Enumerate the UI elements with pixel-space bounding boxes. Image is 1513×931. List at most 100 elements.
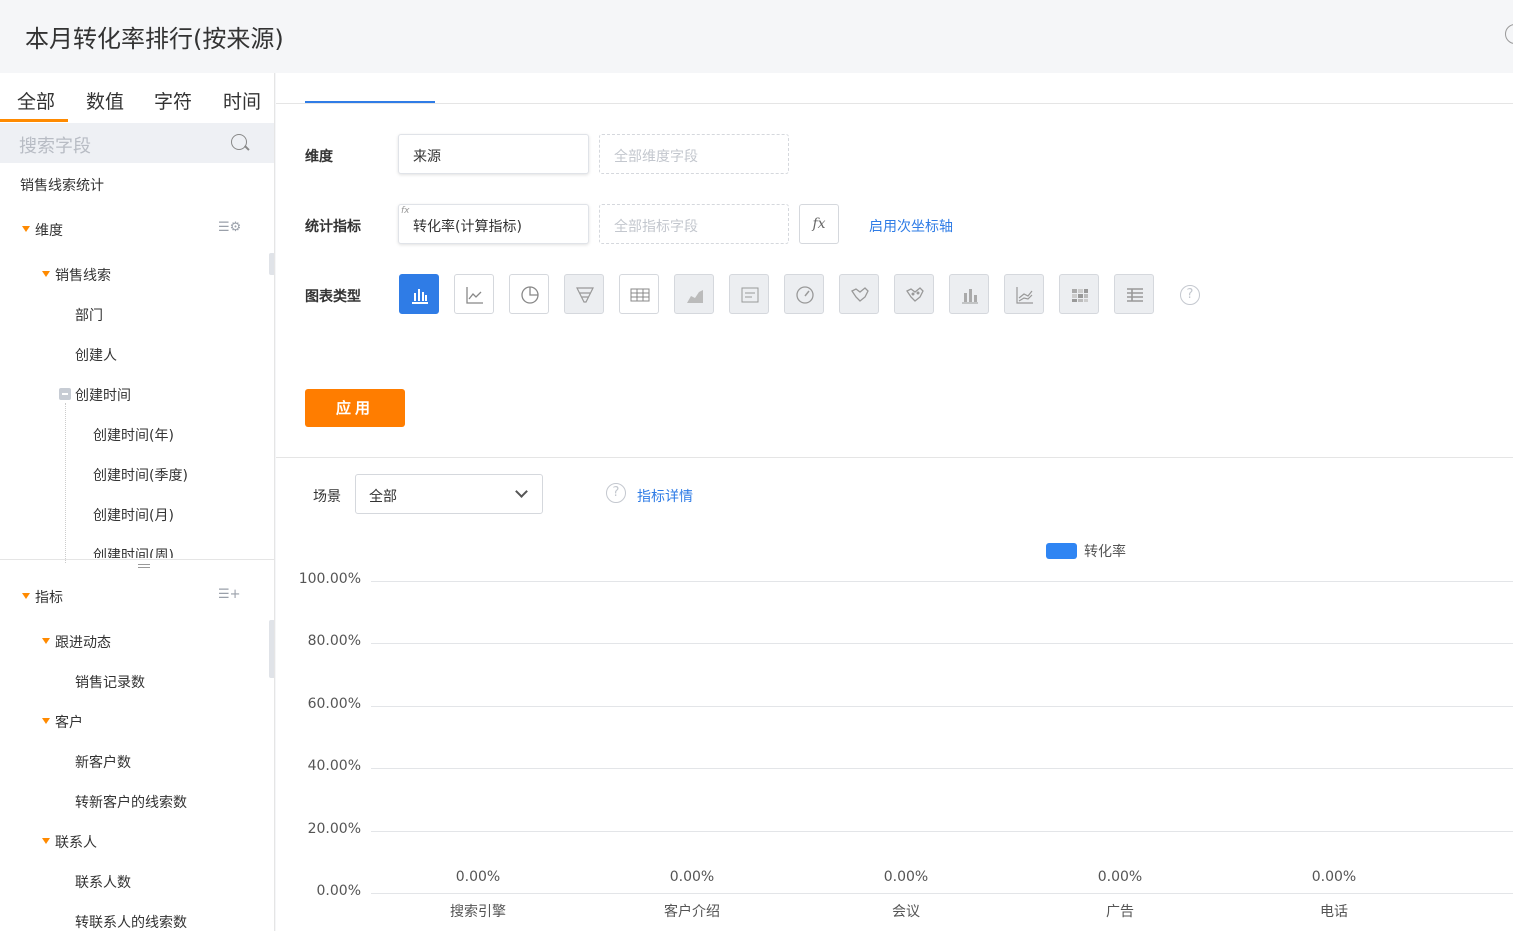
tab-bar-line	[276, 103, 1513, 104]
sort-settings-icon[interactable]: ☰⚙	[218, 220, 241, 235]
active-tab-indicator	[305, 101, 435, 103]
field-item[interactable]: 转新客户的线索数	[75, 792, 187, 812]
field-item[interactable]: 创建时间(年)	[93, 425, 174, 445]
caret-down-icon[interactable]	[22, 593, 30, 599]
grid-line	[371, 768, 1513, 770]
field-item[interactable]: 创建时间(季度)	[93, 465, 188, 485]
metric-section-label[interactable]: 指标	[35, 587, 63, 607]
data-label: 0.00%	[1097, 869, 1143, 885]
map-icon	[851, 287, 869, 302]
metric-drop-zone[interactable]: 全部指标字段	[599, 204, 789, 244]
multi-line-icon	[1016, 287, 1033, 304]
chart-type-funnel[interactable]	[564, 274, 604, 314]
chart-type-stacked-bar[interactable]	[949, 274, 989, 314]
chart-type-line[interactable]	[454, 274, 494, 314]
search-input[interactable]: 搜索字段	[19, 132, 91, 158]
dimension-drop-zone[interactable]: 全部维度字段	[599, 134, 789, 174]
chart-type-bar[interactable]	[399, 274, 439, 314]
tab-string[interactable]: 字符	[154, 87, 192, 114]
data-label: 0.00%	[883, 869, 929, 885]
metric-group-label[interactable]: 客户	[55, 712, 83, 732]
scene-select[interactable]: 全部	[355, 474, 543, 514]
chart-type-table[interactable]	[619, 274, 659, 314]
chart-type-text[interactable]	[729, 274, 769, 314]
tab-time[interactable]: 时间	[223, 87, 261, 114]
secondary-axis-link[interactable]: 启用次坐标轴	[869, 216, 953, 236]
stacked-bar-icon	[962, 289, 978, 304]
chart-type-label: 图表类型	[305, 289, 361, 305]
scrollbar-thumb[interactable]	[269, 253, 274, 275]
x-tick-label: 搜索引擎	[450, 904, 506, 920]
metric-group-label[interactable]: 联系人	[55, 832, 97, 852]
chart-type-pivot[interactable]	[1114, 274, 1154, 314]
panel-divider	[0, 559, 274, 560]
chart-type-map[interactable]	[839, 274, 879, 314]
y-tick-label: 60.00%	[307, 695, 361, 712]
grid-line	[371, 893, 1513, 894]
grid-line	[371, 581, 1513, 582]
search-icon[interactable]	[231, 134, 247, 150]
caret-down-icon[interactable]	[42, 271, 50, 277]
chart-type-area[interactable]	[674, 274, 714, 314]
tab-numeric[interactable]: 数值	[86, 87, 124, 114]
area-chart-icon	[687, 290, 703, 303]
data-label: 0.00%	[669, 869, 715, 885]
field-item[interactable]: 销售记录数	[75, 672, 145, 692]
window-title: 本月转化率排行(按来源)	[25, 25, 284, 53]
data-label: 0.00%	[455, 869, 501, 885]
scene-label: 场景	[313, 489, 341, 505]
resize-handle-icon[interactable]	[138, 564, 150, 568]
grid-line	[371, 705, 1513, 707]
close-icon[interactable]	[1505, 24, 1513, 44]
chart-type-scatter-map[interactable]	[894, 274, 934, 314]
dimension-group-label[interactable]: 销售线索	[55, 265, 111, 285]
x-tick-label: 会议	[892, 904, 920, 920]
bar-chart: 转化率 0.00% 20.00% 40.00% 60.00% 80.00% 100.00%…	[276, 533, 1513, 931]
tree-guide-line	[65, 403, 66, 563]
fx-button[interactable]: fx	[799, 204, 839, 244]
legend-swatch[interactable]	[1046, 543, 1077, 559]
field-item[interactable]: 创建时间(周)	[93, 545, 174, 558]
metric-group-label[interactable]: 跟进动态	[55, 632, 111, 652]
collapse-icon[interactable]	[59, 388, 71, 400]
text-card-icon	[741, 287, 759, 303]
caret-down-icon[interactable]	[42, 838, 50, 844]
chart-type-gauge[interactable]	[784, 274, 824, 314]
field-search[interactable]: 搜索字段	[0, 123, 274, 163]
pie-chart-icon	[521, 286, 539, 304]
chart-type-heatmap[interactable]	[1059, 274, 1099, 314]
metric-field[interactable]: fx 转化率(计算指标)	[398, 204, 589, 244]
scatter-map-icon	[906, 287, 924, 302]
dimension-field[interactable]: 来源	[398, 134, 589, 174]
field-item[interactable]: 创建时间(月)	[93, 505, 174, 525]
date-group-label[interactable]: 创建时间	[75, 385, 131, 405]
caret-down-icon[interactable]	[42, 718, 50, 724]
field-item[interactable]: 新客户数	[75, 752, 131, 772]
help-icon[interactable]: ?	[606, 483, 626, 503]
metric-detail-link[interactable]: 指标详情	[637, 486, 693, 506]
y-tick-label: 0.00%	[316, 883, 361, 899]
tab-all[interactable]: 全部	[17, 87, 55, 114]
chart-type-stacked-line[interactable]	[1004, 274, 1044, 314]
field-type-tabs: 全部 数值 字符 时间	[0, 73, 274, 123]
field-panel: 全部 数值 字符 时间 搜索字段 销售线索统计 维度 ☰⚙ 销售线索 部门 创建…	[0, 73, 275, 931]
apply-button[interactable]: 应用	[305, 389, 405, 427]
sort-add-icon[interactable]: ☰+	[218, 587, 241, 602]
chart-type-pie[interactable]	[509, 274, 549, 314]
scene-select-value: 全部	[369, 489, 397, 505]
dataset-name: 销售线索统计	[20, 178, 104, 194]
field-item[interactable]: 联系人数	[75, 872, 131, 892]
dimension-label: 维度	[305, 149, 333, 165]
funnel-icon	[576, 287, 594, 303]
caret-down-icon[interactable]	[42, 638, 50, 644]
bar-chart-icon	[412, 289, 428, 304]
dimension-section-label[interactable]: 维度	[35, 220, 63, 240]
field-item[interactable]: 转联系人的线索数	[75, 912, 187, 931]
legend-label[interactable]: 转化率	[1084, 541, 1126, 561]
scrollbar-thumb[interactable]	[269, 620, 274, 678]
metric-label: 统计指标	[305, 219, 361, 235]
help-icon[interactable]: ?	[1180, 285, 1200, 305]
field-item[interactable]: 创建人	[75, 345, 117, 365]
field-item[interactable]: 部门	[75, 305, 103, 325]
caret-down-icon[interactable]	[22, 226, 30, 232]
